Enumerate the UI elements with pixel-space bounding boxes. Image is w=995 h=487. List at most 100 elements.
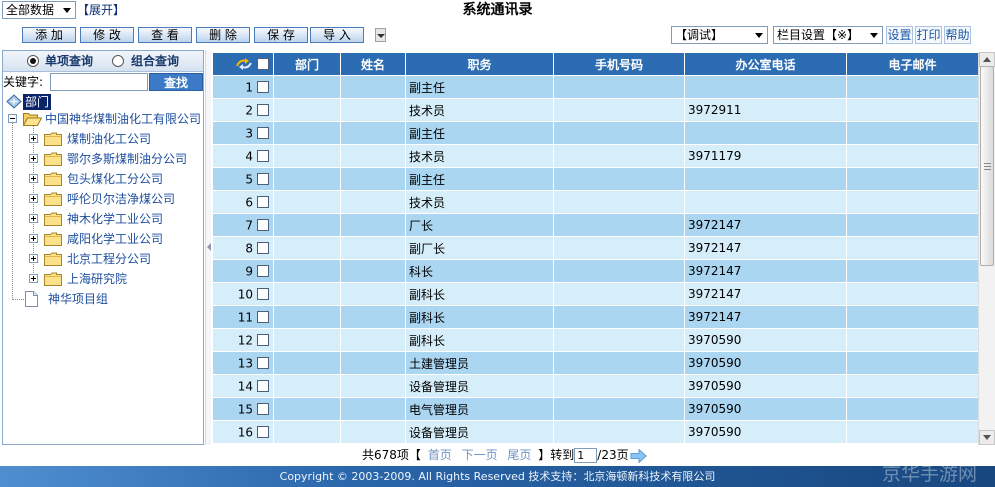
expand-plus-icon[interactable] <box>29 234 38 243</box>
column-header-name[interactable]: 姓名 <box>340 52 406 76</box>
expand-plus-icon[interactable] <box>29 214 38 223</box>
tree-project-node[interactable]: 神华项目组 <box>3 289 203 309</box>
row-checkbox[interactable] <box>257 288 269 301</box>
row-checkbox[interactable] <box>257 380 269 393</box>
row-checkbox[interactable] <box>257 265 269 278</box>
tree-node-label[interactable]: 神木化学工业公司 <box>67 212 163 226</box>
tree-node-label[interactable]: 鄂尔多斯煤制油分公司 <box>67 152 187 166</box>
table-row[interactable]: 12 副科长 3970590 <box>212 328 978 352</box>
tree-node-label[interactable]: 咸阳化学工业公司 <box>67 232 163 246</box>
tree-root-label[interactable]: 部门 <box>23 94 52 110</box>
collapse-minus-icon[interactable] <box>8 114 17 123</box>
settings-link[interactable]: 设置 <box>886 26 913 44</box>
row-checkbox[interactable] <box>257 311 269 324</box>
row-checkbox[interactable] <box>257 196 269 209</box>
find-button[interactable]: 查找 <box>149 73 203 91</box>
expand-plus-icon[interactable] <box>29 154 38 163</box>
table-row[interactable]: 3 副主任 <box>212 121 978 145</box>
tree-node-label[interactable]: 煤制油化工公司 <box>67 132 151 146</box>
chevron-down-icon[interactable] <box>60 3 74 17</box>
edit-button[interactable]: 修 改 <box>80 27 134 43</box>
row-checkbox[interactable] <box>257 219 269 232</box>
table-row[interactable]: 4 技术员 3971179 <box>212 144 978 168</box>
print-link[interactable]: 打印 <box>915 26 942 44</box>
scroll-thumb[interactable] <box>980 66 994 266</box>
tree-node[interactable]: 神木化学工业公司 <box>3 209 203 229</box>
chevron-down-icon[interactable] <box>752 28 766 42</box>
row-checkbox[interactable] <box>257 334 269 347</box>
view-button[interactable]: 查 看 <box>138 27 192 43</box>
row-checkbox[interactable] <box>257 426 269 439</box>
scroll-down-button[interactable] <box>979 430 995 445</box>
add-button[interactable]: 添 加 <box>22 27 76 43</box>
table-row[interactable]: 7 厂长 3972147 <box>212 213 978 237</box>
tree-node[interactable]: 呼伦贝尔洁净煤公司 <box>3 189 203 209</box>
tree-node-label[interactable]: 包头煤化工分公司 <box>67 172 163 186</box>
row-checkbox[interactable] <box>257 150 269 163</box>
table-row[interactable]: 14 设备管理员 3970590 <box>212 374 978 398</box>
table-row[interactable]: 15 电气管理员 3970590 <box>212 397 978 421</box>
column-header-title[interactable]: 职务 <box>405 52 554 76</box>
row-checkbox[interactable] <box>257 403 269 416</box>
debug-select[interactable]: 【调试】 <box>671 26 768 44</box>
row-checkbox[interactable] <box>257 81 269 94</box>
combo-search-radio[interactable] <box>112 55 124 67</box>
delete-button[interactable]: 删 除 <box>196 27 250 43</box>
table-row[interactable]: 1 副主任 <box>212 75 978 99</box>
row-checkbox[interactable] <box>257 127 269 140</box>
tree-node[interactable]: 包头煤化工分公司 <box>3 169 203 189</box>
expand-plus-icon[interactable] <box>29 274 38 283</box>
page-number-input[interactable] <box>574 448 598 463</box>
column-header-office-phone[interactable]: 办公室电话 <box>684 52 847 76</box>
data-scope-select[interactable]: 全部数据 <box>2 1 76 19</box>
row-checkbox[interactable] <box>257 357 269 370</box>
go-arrow-icon[interactable] <box>630 447 647 464</box>
tree-node[interactable]: 鄂尔多斯煤制油分公司 <box>3 149 203 169</box>
table-row[interactable]: 5 副主任 <box>212 167 978 191</box>
next-page-link[interactable]: 下一页 <box>462 447 498 464</box>
tree-node[interactable]: 煤制油化工公司 <box>3 129 203 149</box>
table-row[interactable]: 8 副厂长 3972147 <box>212 236 978 260</box>
combo-search-label[interactable]: 组合查询 <box>131 55 179 68</box>
table-row[interactable]: 2 技术员 3972911 <box>212 98 978 122</box>
first-page-link[interactable]: 首页 <box>428 447 452 464</box>
more-actions-dropdown[interactable] <box>375 28 386 42</box>
help-link[interactable]: 帮助 <box>944 26 971 44</box>
tree-company-node[interactable]: 中国神华煤制油化工有限公司 <box>3 109 203 129</box>
table-row[interactable]: 13 土建管理员 3970590 <box>212 351 978 375</box>
tree-node-label[interactable]: 呼伦贝尔洁净煤公司 <box>67 192 175 206</box>
column-settings-select[interactable]: 栏目设置【※】 <box>773 26 883 44</box>
row-checkbox[interactable] <box>257 104 269 117</box>
tree-node-label[interactable]: 上海研究院 <box>67 272 127 286</box>
tree-project-label[interactable]: 神华项目组 <box>48 292 108 306</box>
keyword-input[interactable] <box>50 73 148 91</box>
save-button[interactable]: 保 存 <box>254 27 308 43</box>
panel-splitter[interactable] <box>205 50 211 445</box>
expand-plus-icon[interactable] <box>29 134 38 143</box>
last-page-link[interactable]: 尾页 <box>507 447 531 464</box>
import-button[interactable]: 导 入 <box>310 27 364 43</box>
tree-node[interactable]: 北京工程分公司 <box>3 249 203 269</box>
tree-node-label[interactable]: 北京工程分公司 <box>67 252 151 266</box>
sort-arrows-icon[interactable] <box>235 57 253 71</box>
expand-plus-icon[interactable] <box>29 174 38 183</box>
row-checkbox[interactable] <box>257 242 269 255</box>
tree-node[interactable]: 咸阳化学工业公司 <box>3 229 203 249</box>
collapse-left-icon[interactable] <box>207 240 211 251</box>
column-header-email[interactable]: 电子邮件 <box>846 52 978 76</box>
table-row[interactable]: 10 副科长 3972147 <box>212 282 978 306</box>
tree-node[interactable]: 上海研究院 <box>3 269 203 289</box>
chevron-down-icon[interactable] <box>867 28 881 42</box>
expand-plus-icon[interactable] <box>29 194 38 203</box>
vertical-scrollbar[interactable] <box>978 52 995 445</box>
table-row[interactable]: 16 设备管理员 3970590 <box>212 420 978 444</box>
expand-link[interactable]: 【展开】 <box>77 3 125 17</box>
column-header-dept[interactable]: 部门 <box>273 52 341 76</box>
select-all-checkbox[interactable] <box>257 58 269 71</box>
column-header-mobile[interactable]: 手机号码 <box>553 52 685 76</box>
table-row[interactable]: 9 科长 3972147 <box>212 259 978 283</box>
scroll-up-button[interactable] <box>979 52 995 67</box>
single-search-radio[interactable] <box>27 55 39 67</box>
tree-company-label[interactable]: 中国神华煤制油化工有限公司 <box>45 112 201 126</box>
single-search-label[interactable]: 单项查询 <box>45 55 93 68</box>
